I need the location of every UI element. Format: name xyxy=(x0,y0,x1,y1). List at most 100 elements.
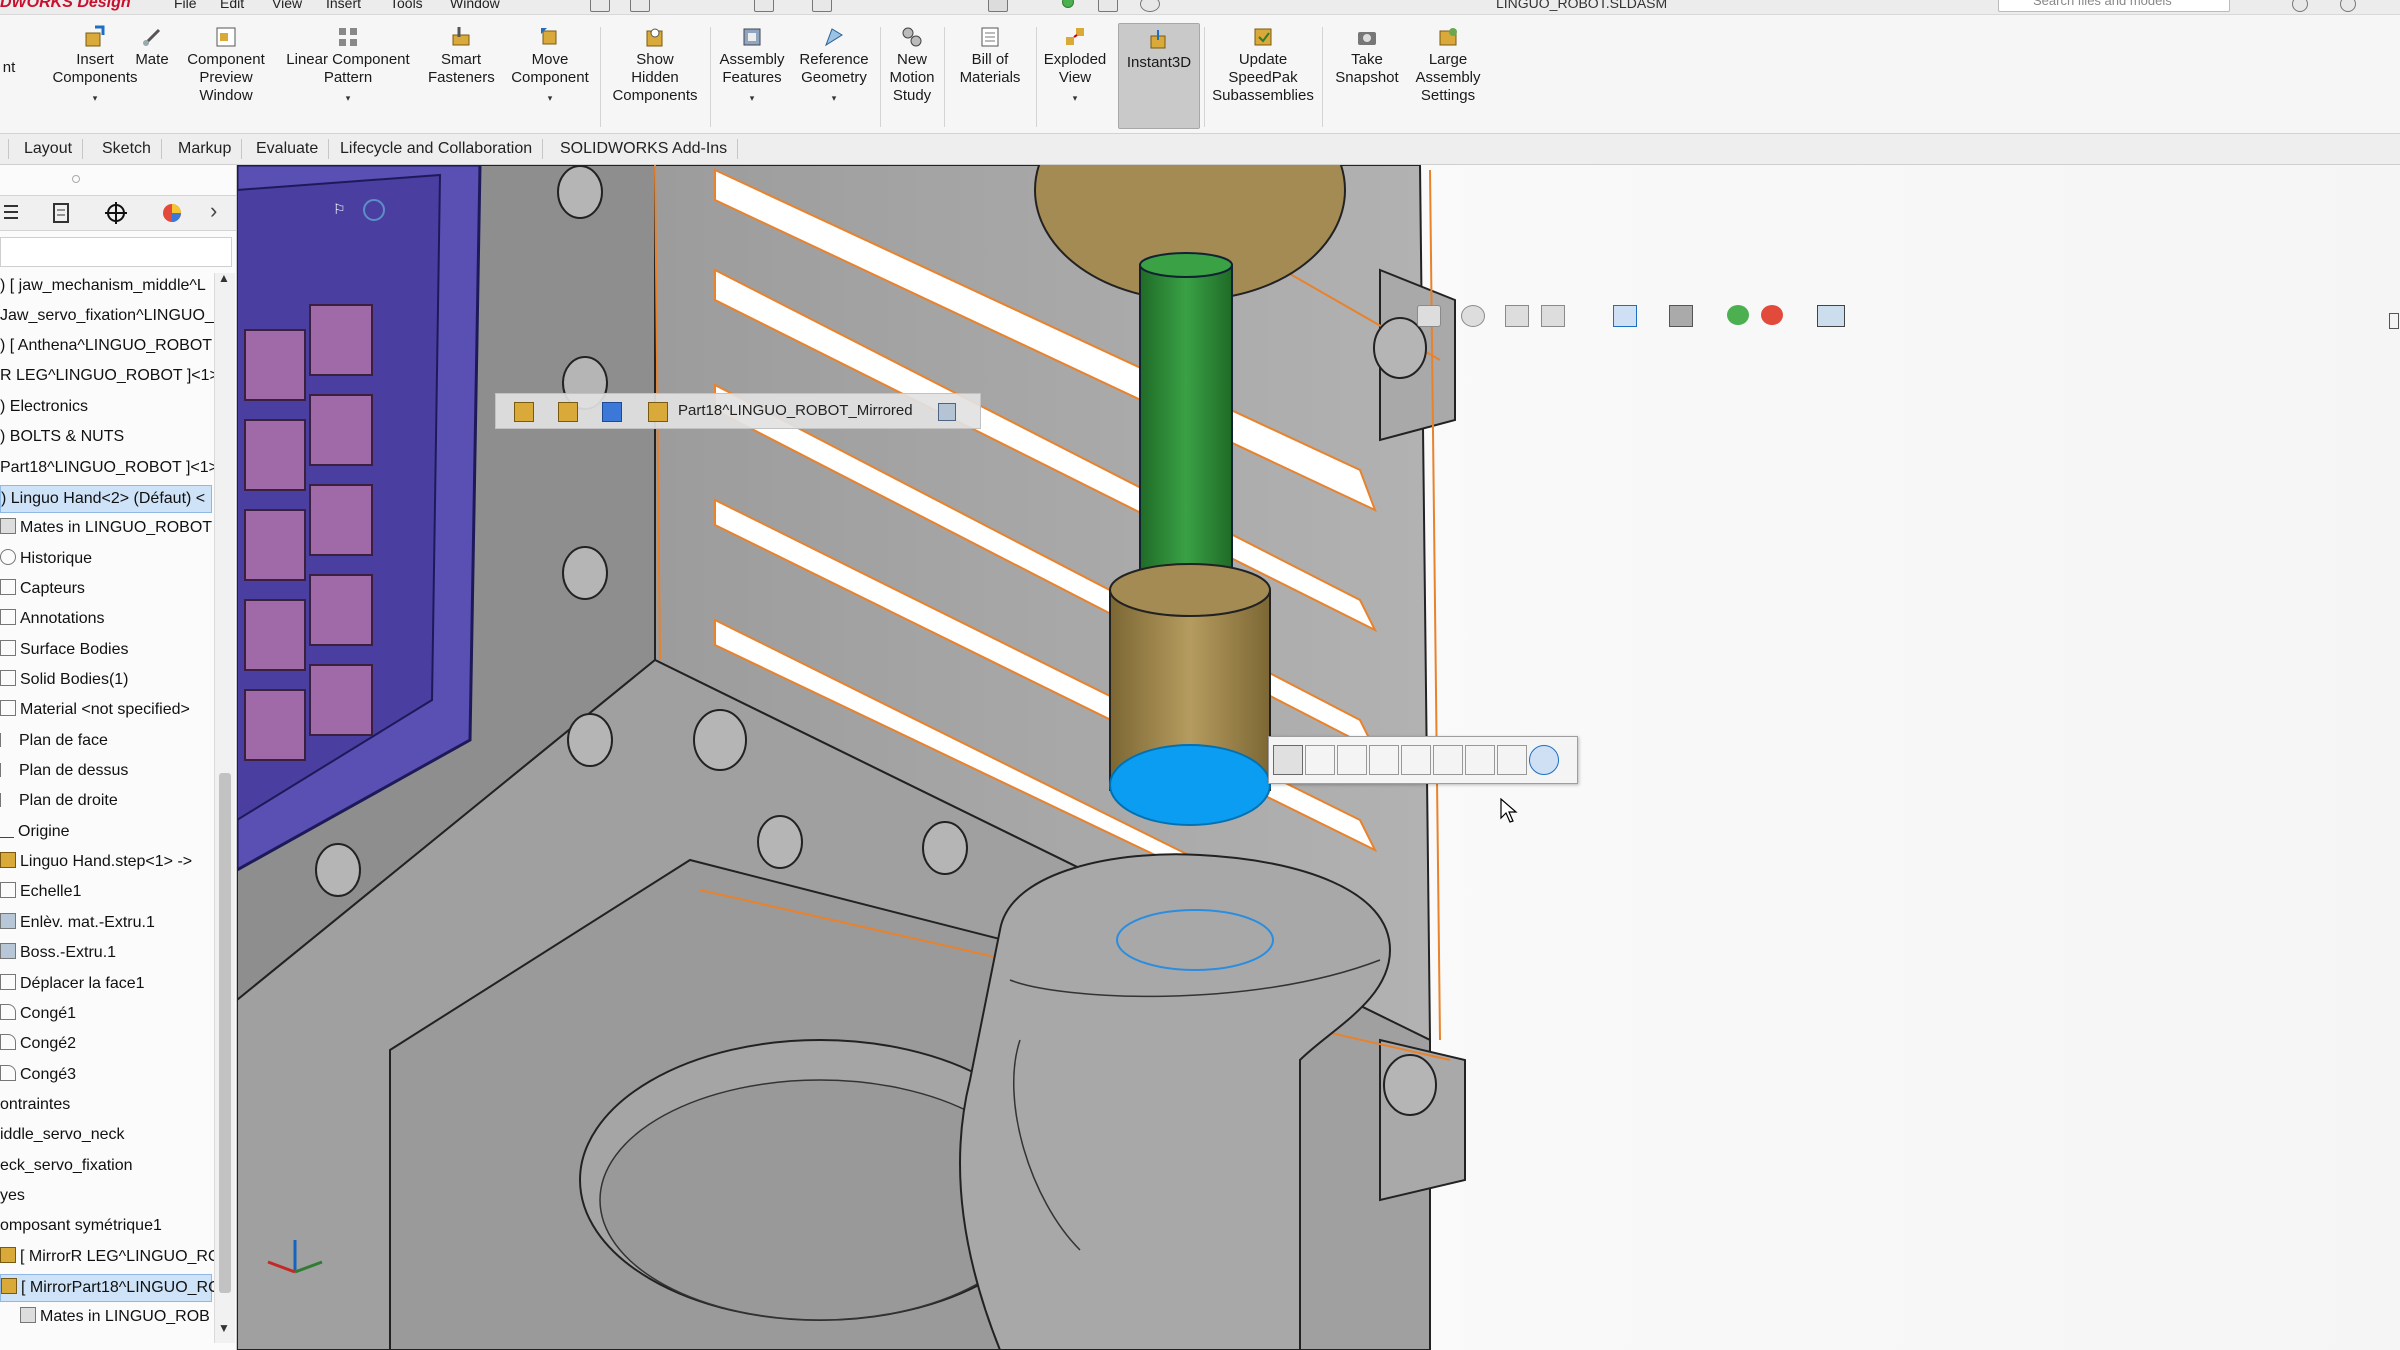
show-hidden-button[interactable]: Show Hidden Components xyxy=(606,25,704,105)
tree-item[interactable]: Echelle1 xyxy=(0,879,81,905)
tab-layout[interactable]: Layout xyxy=(14,139,84,159)
tab-markup[interactable]: Markup xyxy=(168,139,243,159)
chevron-down-icon[interactable]: ▾ xyxy=(1040,89,1110,107)
tree-item-highlighted[interactable]: [ MirrorPart18^LINGUO_RO xyxy=(0,1274,221,1302)
menu-tools[interactable]: Tools xyxy=(390,0,423,11)
menu-view[interactable]: View xyxy=(272,0,302,11)
task-pane-toggle-icon[interactable] xyxy=(2389,313,2399,329)
tree-item[interactable]: Capteurs xyxy=(0,576,85,602)
file-properties-icon[interactable] xyxy=(1098,0,1118,12)
tree-scrollbar-thumb[interactable] xyxy=(219,773,231,1293)
instant3d-button[interactable]: Instant3D xyxy=(1118,23,1200,129)
distance-icon[interactable] xyxy=(1401,745,1431,775)
tree-item[interactable]: Plan de face xyxy=(0,728,108,754)
assembly-features-button[interactable]: Assembly Features ▾ xyxy=(714,25,790,107)
update-speedpak-button[interactable]: Update SpeedPak Subassemblies xyxy=(1208,25,1318,105)
menu-edit[interactable]: Edit xyxy=(220,0,244,11)
tab-partial[interactable] xyxy=(0,139,9,159)
rebuild-icon[interactable] xyxy=(1062,0,1074,8)
save-icon[interactable] xyxy=(754,0,774,12)
menu-window[interactable]: Window xyxy=(450,0,500,11)
help-icon[interactable] xyxy=(2340,0,2356,12)
tree-item[interactable]: Déplacer la face1 xyxy=(0,971,145,997)
tree-item[interactable]: R LEG^LINGUO_ROBOT ]<1> xyxy=(0,363,219,389)
move-component-button[interactable]: Move Component ▾ xyxy=(504,25,596,107)
lock-icon[interactable] xyxy=(1369,745,1399,775)
chevron-down-icon[interactable]: ▾ xyxy=(504,89,596,107)
scroll-up-icon[interactable]: ▲ xyxy=(218,271,230,285)
tree-item[interactable]: ontraintes xyxy=(0,1092,70,1118)
ribbon-partial-button[interactable]: nt xyxy=(0,59,20,77)
tab-sketch[interactable]: Sketch xyxy=(92,139,162,159)
reference-geometry-button[interactable]: Reference Geometry ▾ xyxy=(794,25,874,107)
tree-item[interactable]: Congé1 xyxy=(0,1001,76,1027)
edit-appearance-icon[interactable] xyxy=(1761,305,1783,325)
tree-item[interactable]: Enlèv. mat.-Extru.1 xyxy=(0,910,155,936)
parallel-icon[interactable] xyxy=(1305,745,1335,775)
tree-item[interactable]: Congé2 xyxy=(0,1031,76,1057)
print-icon[interactable] xyxy=(812,0,832,12)
chevron-down-icon[interactable]: ▾ xyxy=(714,89,790,107)
tree-item[interactable]: Congé3 xyxy=(0,1062,76,1088)
view-orientation-icon[interactable] xyxy=(1613,305,1637,327)
options-icon[interactable] xyxy=(1140,0,1160,12)
chevron-down-icon[interactable]: ▾ xyxy=(280,89,416,107)
display-style-icon[interactable] xyxy=(1669,305,1693,327)
tree-item[interactable]: eck_servo_fixation xyxy=(0,1153,133,1179)
new-icon[interactable] xyxy=(630,0,650,12)
tree-item[interactable]: Linguo Hand.step<1> -> xyxy=(0,849,192,875)
tab-evaluate[interactable]: Evaluate xyxy=(246,139,330,159)
tree-item[interactable]: iddle_servo_neck xyxy=(0,1122,125,1148)
tab-addins[interactable]: SOLIDWORKS Add-Ins xyxy=(550,139,739,159)
tree-scrollbar[interactable]: ▲ ▼ xyxy=(214,271,235,1343)
tree-item[interactable]: ) [ Anthena^LINGUO_ROBOT xyxy=(0,333,212,359)
tree-item[interactable]: Mates in LINGUO_ROBOT xyxy=(0,515,212,541)
subassembly-icon[interactable] xyxy=(558,402,578,422)
panel-handle[interactable] xyxy=(72,175,80,183)
concentric-icon[interactable] xyxy=(1529,745,1559,775)
chevron-right-icon[interactable]: › xyxy=(210,198,217,224)
smart-fasteners-button[interactable]: Smart Fasteners xyxy=(428,25,495,87)
tree-item[interactable]: Annotations xyxy=(0,606,105,632)
tree-item[interactable]: ) BOLTS & NUTS xyxy=(0,424,124,450)
green-rod[interactable] xyxy=(1139,264,1233,596)
tab-lifecycle[interactable]: Lifecycle and Collaboration xyxy=(330,139,544,159)
zoom-to-fit-icon[interactable] xyxy=(1417,305,1441,327)
feature-tree-tab-icon[interactable] xyxy=(0,200,40,226)
large-assembly-button[interactable]: Large Assembly Settings xyxy=(1410,25,1486,105)
chevron-down-icon[interactable]: ▾ xyxy=(794,89,874,107)
home-icon[interactable] xyxy=(590,0,610,12)
rotate-icon[interactable] xyxy=(363,199,385,221)
body-icon[interactable] xyxy=(602,402,622,422)
assembly-icon[interactable] xyxy=(514,402,534,422)
new-motion-study-button[interactable]: New Motion Study xyxy=(884,25,940,105)
menu-insert[interactable]: Insert xyxy=(326,0,361,11)
hide-show-items-icon[interactable] xyxy=(1727,305,1749,325)
tree-filter-input[interactable] xyxy=(0,237,232,267)
selected-face[interactable] xyxy=(1109,744,1271,826)
tree-item[interactable]: Jaw_servo_fixation^LINGUO_ xyxy=(0,303,214,329)
tree-item[interactable]: yes xyxy=(0,1183,25,1209)
tree-item[interactable]: Material <not specified> xyxy=(0,697,190,723)
menu-file[interactable]: File xyxy=(174,0,197,11)
tree-item[interactable]: Boss.-Extru.1 xyxy=(0,940,116,966)
bill-of-materials-button[interactable]: Bill of Materials xyxy=(948,25,1032,87)
tree-item[interactable]: Historique xyxy=(0,546,92,572)
face-icon[interactable] xyxy=(938,403,956,421)
tree-item[interactable]: Origine xyxy=(0,819,70,845)
section-view-icon[interactable] xyxy=(1541,305,1565,327)
chevron-down-icon[interactable]: ▾ xyxy=(40,89,150,107)
angle-icon[interactable] xyxy=(1465,745,1495,775)
pierce-icon[interactable] xyxy=(1273,745,1303,775)
scroll-down-icon[interactable]: ▼ xyxy=(218,1321,230,1335)
user-icon[interactable] xyxy=(2292,0,2308,12)
property-manager-tab-icon[interactable] xyxy=(42,200,82,226)
perpendicular-icon[interactable] xyxy=(1337,745,1367,775)
view-settings-icon[interactable] xyxy=(1817,305,1845,327)
tangent-icon[interactable] xyxy=(1497,745,1527,775)
tree-item[interactable]: Part18^LINGUO_ROBOT ]<1> xyxy=(0,455,218,481)
zoom-area-icon[interactable] xyxy=(1461,305,1485,327)
tree-item[interactable]: ) Electronics xyxy=(0,394,88,420)
exploded-view-button[interactable]: Exploded View ▾ xyxy=(1040,25,1110,107)
tree-item-selected[interactable]: ) Linguo Hand<2> (Défaut) < xyxy=(0,485,212,513)
